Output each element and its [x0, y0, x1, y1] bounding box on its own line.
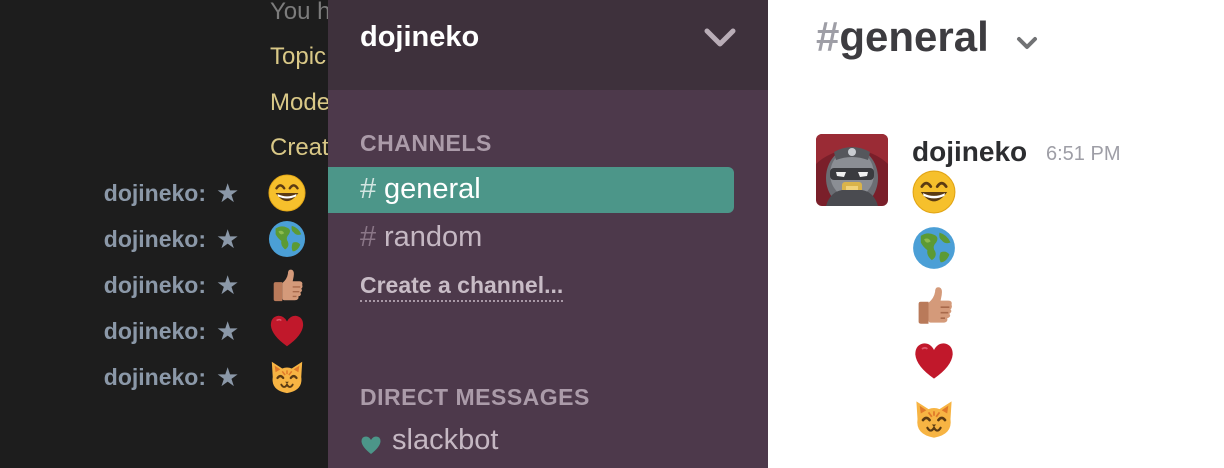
cat-emoji-icon [912, 397, 956, 441]
direct-messages-section-title[interactable]: DIRECT MESSAGES [360, 384, 590, 411]
irc-message-row: dojineko: ★ [0, 358, 328, 398]
cat-emoji-icon [268, 358, 306, 396]
channel-name: random [384, 221, 483, 253]
channel-hash: # [360, 221, 377, 253]
irc-log-pane: You h Topic Mode Creat dojineko: ★ dojin… [0, 0, 328, 468]
irc-nick: dojineko: [103, 180, 206, 206]
sidebar-item-general[interactable]: # general [328, 167, 734, 213]
chevron-down-icon [704, 28, 736, 47]
star-icon: ★ [216, 178, 240, 208]
heart-emoji-icon [912, 339, 956, 383]
channel-title[interactable]: #general [816, 13, 989, 61]
message-timestamp[interactable]: 6:51 PM [1046, 143, 1120, 166]
irc-nick: dojineko: [103, 226, 206, 252]
irc-system-line: Topic [270, 43, 327, 70]
earth-emoji-icon [268, 220, 306, 258]
irc-message-row: dojineko: ★ [0, 174, 328, 214]
dm-name: slackbot [392, 424, 499, 456]
irc-message-row: dojineko: ★ [0, 220, 328, 260]
star-icon: ★ [216, 270, 240, 300]
message-author[interactable]: dojineko [912, 136, 1027, 168]
ninja-avatar-icon [816, 134, 888, 206]
sidebar-item-random[interactable]: # random [328, 215, 734, 261]
irc-nick: dojineko: [103, 272, 206, 298]
screenshot-stage: You h Topic Mode Creat dojineko: ★ dojin… [0, 0, 1224, 468]
star-icon: ★ [216, 224, 240, 254]
channel-menu-chevron-icon[interactable] [1014, 34, 1040, 52]
channel-title-name: general [839, 13, 989, 60]
channels-section-title[interactable]: CHANNELS [360, 130, 492, 157]
create-channel-link[interactable]: Create a channel... [360, 272, 564, 302]
star-icon: ★ [216, 316, 240, 346]
avatar[interactable] [816, 134, 888, 206]
channel-name: general [384, 173, 481, 205]
smile-emoji-icon [912, 170, 956, 214]
heart-icon [361, 436, 381, 454]
irc-system-line: Creat [270, 134, 328, 161]
irc-nick: dojineko: [103, 318, 206, 344]
smile-emoji-icon [268, 174, 306, 212]
team-name: dojineko [360, 21, 480, 53]
thumbsup-emoji-icon [268, 266, 306, 304]
irc-system-line: Mode [270, 89, 328, 116]
irc-message-row: dojineko: ★ [0, 312, 328, 352]
message-panel: #general dojineko 6:51 PM [768, 0, 1224, 468]
irc-message-row: dojineko: ★ [0, 266, 328, 306]
channel-hash: # [360, 173, 377, 205]
star-icon: ★ [216, 362, 240, 392]
irc-system-line: You h [270, 0, 328, 25]
team-menu-button[interactable]: dojineko [328, 0, 768, 90]
sidebar: dojineko CHANNELS # general # random Cre… [328, 0, 768, 468]
thumbsup-emoji-icon [912, 283, 956, 327]
irc-nick: dojineko: [103, 364, 206, 390]
heart-emoji-icon [268, 312, 306, 350]
earth-emoji-icon [912, 226, 956, 270]
channel-title-hash: # [816, 13, 840, 60]
